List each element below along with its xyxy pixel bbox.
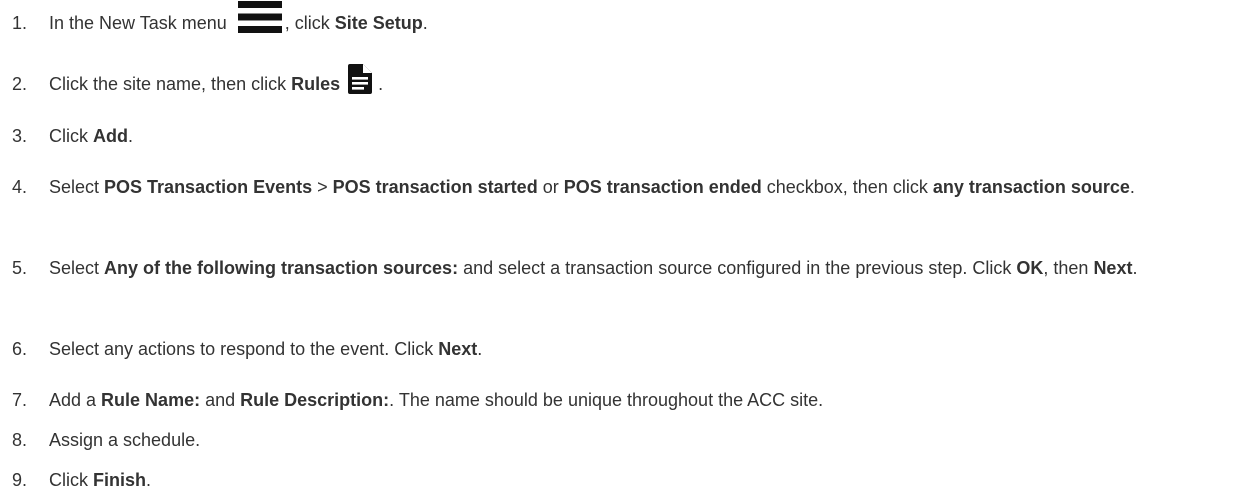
step-text: Click Finish.	[49, 464, 1233, 496]
step-text-segment: or	[537, 177, 564, 197]
step-text-segment: , click	[284, 13, 335, 33]
step-text-segment: and select a transaction source configur…	[458, 258, 1017, 278]
step-text-segment: Click	[49, 126, 93, 146]
step-7: 7. Add a Rule Name: and Rule Description:…	[12, 384, 1233, 416]
step-text-segment: .	[1132, 258, 1138, 278]
step-4: 4. Select POS Transaction Events > POS tr…	[12, 171, 1233, 203]
ui-term: Rules	[291, 74, 341, 94]
ui-term: POS Transaction Events	[104, 177, 313, 197]
step-text-segment: Select	[49, 258, 105, 278]
step-9: 9. Click Finish.	[12, 464, 1233, 496]
step-1: 1. In the New Task menu , click Site Setu…	[12, 1, 1233, 39]
step-number: 7.	[12, 390, 28, 410]
step-5: 5. Select Any of the following transactio…	[12, 252, 1233, 284]
step-text-segment: Select any actions to respond to the eve…	[49, 339, 439, 359]
step-number: 6.	[12, 339, 28, 359]
step-number: 1.	[12, 13, 28, 33]
step-text: Select POS Transaction Events > POS tran…	[49, 171, 1233, 203]
ui-term: Next	[1093, 258, 1133, 278]
step-text: Click the site name, then click Rules.	[49, 64, 1233, 100]
step-text: Add a Rule Name: and Rule Description:. …	[49, 384, 1233, 416]
step-text-segment: .	[422, 13, 428, 33]
ui-term: Add	[93, 126, 128, 146]
step-text: Assign a schedule.	[49, 424, 1233, 456]
step-text-segment: .	[1129, 177, 1135, 197]
step-8: 8. Assign a schedule.	[12, 424, 1233, 456]
ui-term: POS transaction ended	[563, 177, 762, 197]
step-text: Select Any of the following transaction …	[49, 252, 1233, 284]
menu-icon	[237, 0, 282, 35]
step-text-segment: . The name should be unique throughout t…	[389, 390, 824, 410]
ui-term: Finish	[93, 470, 146, 490]
step-2: 2. Click the site name, then click Rules.	[12, 64, 1233, 100]
step-text: Select any actions to respond to the eve…	[49, 333, 1233, 365]
step-text-segment: Click the site name, then click	[49, 74, 292, 94]
step-number: 8.	[12, 430, 28, 450]
ui-term: POS transaction started	[332, 177, 538, 197]
step-3: 3. Click Add.	[12, 120, 1233, 152]
step-text: In the New Task menu , click Site Setup.	[49, 1, 1233, 39]
ui-term: any transaction source	[932, 177, 1130, 197]
ui-term: Site Setup	[334, 13, 423, 33]
step-text: Click Add.	[49, 120, 1233, 152]
instruction-steps: 1. In the New Task menu , click Site Setu…	[0, 0, 1243, 499]
step-text-segment: , then	[1043, 258, 1094, 278]
ui-term: OK	[1016, 258, 1044, 278]
step-text-segment: .	[477, 339, 483, 359]
step-text-segment: Add a	[49, 390, 102, 410]
step-6: 6. Select any actions to respond to the e…	[12, 333, 1233, 365]
step-text-segment: .	[128, 126, 134, 146]
document-icon	[348, 64, 373, 95]
ui-term: Next	[438, 339, 478, 359]
step-text-segment: Click	[49, 470, 93, 490]
ui-term: Rule Name:	[101, 390, 201, 410]
step-text-segment: >	[312, 177, 333, 197]
step-number: 3.	[12, 126, 28, 146]
step-number: 5.	[12, 258, 28, 278]
step-text-segment: .	[146, 470, 152, 490]
step-text-segment: .	[378, 74, 384, 94]
step-number: 9.	[12, 470, 28, 490]
ui-term: Any of the following transaction sources…	[104, 258, 459, 278]
step-text-segment: Assign a schedule.	[49, 430, 201, 450]
step-number: 4.	[12, 177, 28, 197]
step-text-segment: Select	[49, 177, 105, 197]
step-number: 2.	[12, 74, 28, 94]
step-text-segment: In the New Task menu	[49, 13, 232, 33]
step-text-segment: and	[200, 390, 241, 410]
step-text-segment: checkbox, then click	[761, 177, 933, 197]
ui-term: Rule Description:	[240, 390, 390, 410]
